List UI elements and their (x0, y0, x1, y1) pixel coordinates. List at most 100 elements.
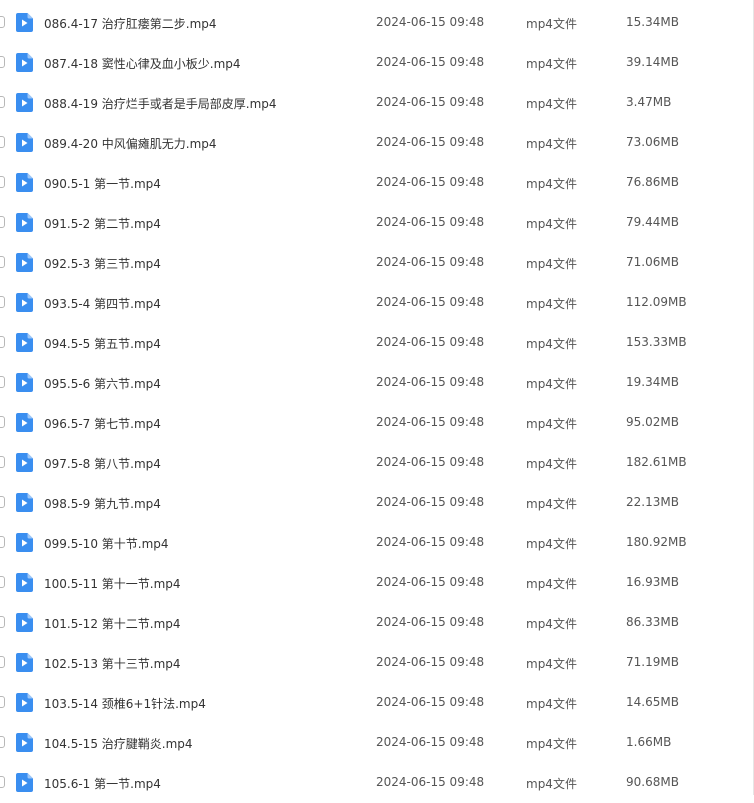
file-type: mp4文件 (526, 497, 577, 511)
file-size: 86.33MB (626, 615, 679, 629)
file-size: 71.19MB (626, 655, 679, 669)
video-file-icon (16, 133, 33, 152)
video-file-icon (16, 773, 33, 792)
file-size: 180.92MB (626, 535, 687, 549)
file-type: mp4文件 (526, 417, 577, 431)
file-row[interactable]: 093.5-4 第四节.mp4 2024-06-15 09:48 mp4文件 112.… (0, 283, 753, 323)
file-type: mp4文件 (526, 217, 577, 231)
row-checkbox[interactable] (0, 736, 5, 748)
row-checkbox[interactable] (0, 416, 5, 428)
file-row[interactable]: 088.4-19 治疗烂手或者是手局部皮厚.mp4 2024-06-15 09:4… (0, 83, 753, 123)
file-size: 153.33MB (626, 335, 687, 349)
modified-date: 2024-06-15 09:48 (376, 695, 485, 709)
file-type: mp4文件 (526, 177, 577, 191)
file-name: 091.5-2 第二节.mp4 (44, 217, 161, 231)
file-name: 098.5-9 第九节.mp4 (44, 497, 161, 511)
file-row[interactable]: 096.5-7 第七节.mp4 2024-06-15 09:48 mp4文件 95.0… (0, 403, 753, 443)
file-row[interactable]: 105.6-1 第一节.mp4 2024-06-15 09:48 mp4文件 90.6… (0, 763, 753, 803)
file-row[interactable]: 091.5-2 第二节.mp4 2024-06-15 09:48 mp4文件 79.4… (0, 203, 753, 243)
file-row[interactable]: 099.5-10 第十节.mp4 2024-06-15 09:48 mp4文件 180… (0, 523, 753, 563)
file-size: 76.86MB (626, 175, 679, 189)
file-size: 73.06MB (626, 135, 679, 149)
file-size: 90.68MB (626, 775, 679, 789)
file-name: 099.5-10 第十节.mp4 (44, 537, 169, 551)
row-checkbox[interactable] (0, 16, 5, 28)
file-size: 15.34MB (626, 15, 679, 29)
row-checkbox[interactable] (0, 136, 5, 148)
modified-date: 2024-06-15 09:48 (376, 655, 485, 669)
row-checkbox[interactable] (0, 176, 5, 188)
modified-date: 2024-06-15 09:48 (376, 175, 485, 189)
modified-date: 2024-06-15 09:48 (376, 375, 485, 389)
file-row[interactable]: 103.5-14 颈椎6+1针法.mp4 2024-06-15 09:48 mp4文… (0, 683, 753, 723)
row-checkbox[interactable] (0, 296, 5, 308)
file-size: 14.65MB (626, 695, 679, 709)
video-file-icon (16, 373, 33, 392)
video-file-icon (16, 13, 33, 32)
file-name: 102.5-13 第十三节.mp4 (44, 657, 181, 671)
file-size: 71.06MB (626, 255, 679, 269)
file-row[interactable]: 102.5-13 第十三节.mp4 2024-06-15 09:48 mp4文件 71… (0, 643, 753, 683)
file-list: 086.4-17 治疗肛瘘第二步.mp4 2024-06-15 09:48 mp4文… (0, 3, 753, 803)
file-row[interactable]: 094.5-5 第五节.mp4 2024-06-15 09:48 mp4文件 153.… (0, 323, 753, 363)
row-checkbox[interactable] (0, 256, 5, 268)
file-name: 096.5-7 第七节.mp4 (44, 417, 161, 431)
file-row[interactable]: 101.5-12 第十二节.mp4 2024-06-15 09:48 mp4文件 86… (0, 603, 753, 643)
modified-date: 2024-06-15 09:48 (376, 215, 485, 229)
modified-date: 2024-06-15 09:48 (376, 335, 485, 349)
row-checkbox[interactable] (0, 576, 5, 588)
row-checkbox[interactable] (0, 696, 5, 708)
video-file-icon (16, 333, 33, 352)
file-row[interactable]: 104.5-15 治疗腱鞘炎.mp4 2024-06-15 09:48 mp4文件 1… (0, 723, 753, 763)
file-row[interactable]: 089.4-20 中风偏瘫肌无力.mp4 2024-06-15 09:48 mp4文… (0, 123, 753, 163)
modified-date: 2024-06-15 09:48 (376, 135, 485, 149)
file-name: 094.5-5 第五节.mp4 (44, 337, 161, 351)
file-row[interactable]: 095.5-6 第六节.mp4 2024-06-15 09:48 mp4文件 19.3… (0, 363, 753, 403)
file-row[interactable]: 092.5-3 第三节.mp4 2024-06-15 09:48 mp4文件 71.0… (0, 243, 753, 283)
file-row[interactable]: 086.4-17 治疗肛瘘第二步.mp4 2024-06-15 09:48 mp4文… (0, 3, 753, 43)
file-row[interactable]: 090.5-1 第一节.mp4 2024-06-15 09:48 mp4文件 76.8… (0, 163, 753, 203)
modified-date: 2024-06-15 09:48 (376, 775, 485, 789)
file-name: 100.5-11 第十一节.mp4 (44, 577, 181, 591)
file-type: mp4文件 (526, 137, 577, 151)
row-checkbox[interactable] (0, 96, 5, 108)
video-file-icon (16, 293, 33, 312)
file-name: 093.5-4 第四节.mp4 (44, 297, 161, 311)
file-size: 182.61MB (626, 455, 687, 469)
file-row[interactable]: 098.5-9 第九节.mp4 2024-06-15 09:48 mp4文件 22.1… (0, 483, 753, 523)
video-file-icon (16, 213, 33, 232)
row-checkbox[interactable] (0, 376, 5, 388)
video-file-icon (16, 253, 33, 272)
modified-date: 2024-06-15 09:48 (376, 15, 485, 29)
file-name: 086.4-17 治疗肛瘘第二步.mp4 (44, 17, 217, 31)
row-checkbox[interactable] (0, 56, 5, 68)
file-type: mp4文件 (526, 17, 577, 31)
file-name: 097.5-8 第八节.mp4 (44, 457, 161, 471)
file-type: mp4文件 (526, 657, 577, 671)
modified-date: 2024-06-15 09:48 (376, 735, 485, 749)
file-type: mp4文件 (526, 737, 577, 751)
row-checkbox[interactable] (0, 496, 5, 508)
file-name: 105.6-1 第一节.mp4 (44, 777, 161, 791)
file-name: 087.4-18 窦性心律及血小板少.mp4 (44, 57, 241, 71)
row-checkbox[interactable] (0, 656, 5, 668)
row-checkbox[interactable] (0, 776, 5, 788)
modified-date: 2024-06-15 09:48 (376, 55, 485, 69)
file-row[interactable]: 097.5-8 第八节.mp4 2024-06-15 09:48 mp4文件 182.… (0, 443, 753, 483)
row-checkbox[interactable] (0, 456, 5, 468)
file-row[interactable]: 087.4-18 窦性心律及血小板少.mp4 2024-06-15 09:48 mp… (0, 43, 753, 83)
file-type: mp4文件 (526, 697, 577, 711)
file-type: mp4文件 (526, 617, 577, 631)
row-checkbox[interactable] (0, 336, 5, 348)
video-file-icon (16, 573, 33, 592)
file-size: 16.93MB (626, 575, 679, 589)
modified-date: 2024-06-15 09:48 (376, 535, 485, 549)
row-checkbox[interactable] (0, 616, 5, 628)
file-row[interactable]: 100.5-11 第十一节.mp4 2024-06-15 09:48 mp4文件 16… (0, 563, 753, 603)
row-checkbox[interactable] (0, 216, 5, 228)
row-checkbox[interactable] (0, 536, 5, 548)
video-file-icon (16, 493, 33, 512)
modified-date: 2024-06-15 09:48 (376, 255, 485, 269)
modified-date: 2024-06-15 09:48 (376, 575, 485, 589)
video-file-icon (16, 733, 33, 752)
